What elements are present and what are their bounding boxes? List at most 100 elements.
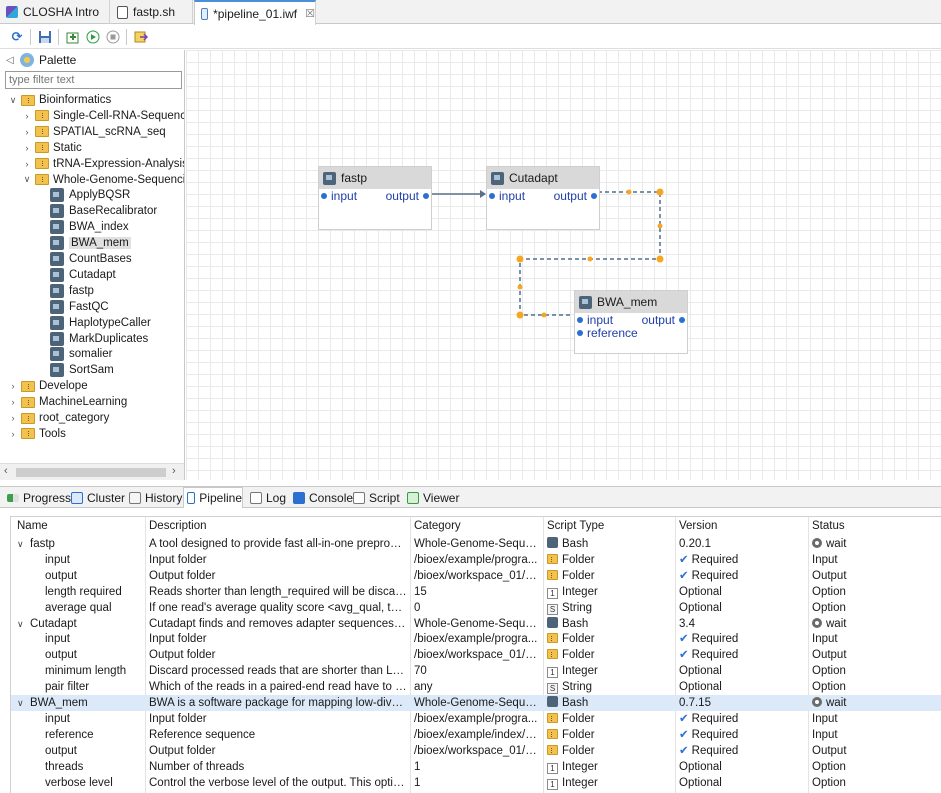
tab-console[interactable]: Console xyxy=(290,487,353,508)
table-row[interactable]: output Output folder/bioex/workspace_01/p… xyxy=(11,743,941,759)
table-row[interactable]: output Output folder/bioex/workspace_01/p… xyxy=(11,568,941,584)
bash-tool-icon xyxy=(50,363,64,378)
table-group-row[interactable]: ∨ BWA_mem BWA is a software package for ma… xyxy=(11,695,941,711)
tree-tool-item[interactable]: SortSam xyxy=(50,362,114,378)
scroll-left-icon[interactable]: ‹ xyxy=(4,465,8,477)
tab-cluster[interactable]: Cluster xyxy=(68,487,125,508)
table-row[interactable]: output Output folder/bioex/workspace_01/p… xyxy=(11,647,941,663)
export-icon[interactable] xyxy=(132,28,150,46)
chevron-right-icon[interactable]: › xyxy=(22,159,32,169)
column-header-status[interactable]: Status xyxy=(812,517,938,535)
collapse-palette-icon[interactable]: ◁ xyxy=(0,55,20,66)
column-header-script-type[interactable]: Script Type xyxy=(547,517,673,535)
name-cell-text: reference xyxy=(45,728,94,741)
chevron-down-icon[interactable]: ∨ xyxy=(17,536,27,552)
reference-port[interactable]: reference xyxy=(577,326,638,340)
column-header-name[interactable]: Name xyxy=(17,517,143,535)
tab-closha-intro[interactable]: CLOSHA Intro xyxy=(0,0,110,24)
tab-pipeline[interactable]: Pipeline xyxy=(183,487,243,508)
import-icon[interactable] xyxy=(64,28,82,46)
tree-tool-item[interactable]: Cutadapt xyxy=(50,267,116,283)
table-group-row[interactable]: ∨ fastp A tool designed to provide fast al… xyxy=(11,536,941,552)
chevron-right-icon[interactable]: › xyxy=(22,143,32,153)
tree-folder[interactable]: › SPATIAL_scRNA_seq xyxy=(22,124,166,140)
tree-tool-item[interactable]: BWA_mem xyxy=(50,235,131,251)
tree-folder[interactable]: › tRNA-Expression-Analysis xyxy=(22,156,185,172)
table-row[interactable]: input Input folder/bioex/example/progra..… xyxy=(11,711,941,727)
tree-tool-item[interactable]: fastp xyxy=(50,283,94,299)
chevron-down-icon[interactable]: ∨ xyxy=(8,95,18,106)
tab-fastp-sh[interactable]: fastp.sh xyxy=(111,0,193,24)
tree-folder[interactable]: › MachineLearning xyxy=(8,394,128,410)
chevron-right-icon[interactable]: › xyxy=(22,127,32,137)
tree-tool-item[interactable]: FastQC xyxy=(50,299,109,315)
output-port[interactable]: output xyxy=(386,189,429,203)
palette-horizontal-scrollbar[interactable]: ‹ › xyxy=(0,463,184,480)
table-row[interactable]: pair filter Which of the reads in a paire… xyxy=(11,679,941,695)
column-header-category[interactable]: Category xyxy=(414,517,540,535)
tree-folder[interactable]: › Tools xyxy=(8,426,66,442)
palette-filter-input[interactable] xyxy=(5,71,182,89)
table-group-row[interactable]: ∨ Cutadapt Cutadapt finds and removes adap… xyxy=(11,616,941,632)
palette-header: ◁ Palette xyxy=(0,50,184,70)
table-row[interactable]: threads Number of threads 1 1 Integer Optiona… xyxy=(11,759,941,775)
tree-folder[interactable]: ∨ Bioinformatics xyxy=(8,92,112,108)
tab-viewer[interactable]: Viewer xyxy=(404,487,459,508)
run-icon[interactable] xyxy=(84,28,102,46)
tab-history[interactable]: History xyxy=(126,487,182,508)
tree-tool-item[interactable]: BaseRecalibrator xyxy=(50,203,157,219)
node-header[interactable]: Cutadapt xyxy=(487,167,599,189)
table-row[interactable]: input Input folder/bioex/example/progra..… xyxy=(11,552,941,568)
refresh-icon[interactable]: ⟳ xyxy=(8,28,26,46)
node-bwa-mem[interactable]: BWA_mem input reference output xyxy=(574,290,688,354)
chevron-down-icon[interactable]: ∨ xyxy=(22,174,32,185)
tab-progress[interactable]: Progress xyxy=(4,487,71,508)
chevron-right-icon[interactable]: › xyxy=(22,111,32,121)
chevron-down-icon[interactable]: ∨ xyxy=(17,695,27,711)
scroll-right-icon[interactable]: › xyxy=(172,465,176,477)
input-port[interactable]: input xyxy=(577,313,613,327)
tab-pipeline-01[interactable]: *pipeline_01.iwf ☒ xyxy=(194,0,316,25)
pipeline-canvas[interactable]: fastp input output Cutadapt input output… xyxy=(186,50,941,480)
chevron-right-icon[interactable]: › xyxy=(8,381,18,391)
table-row[interactable]: minimum length Discard processed reads th… xyxy=(11,663,941,679)
table-row[interactable]: reference Reference sequence/bioex/exampl… xyxy=(11,727,941,743)
tree-folder[interactable]: › Static xyxy=(22,140,82,156)
column-header-description[interactable]: Description xyxy=(149,517,407,535)
tree-folder[interactable]: › Single-Cell-RNA-Sequencir xyxy=(22,108,185,124)
input-port[interactable]: input xyxy=(489,189,525,203)
tree-tool-item[interactable]: HaplotypeCaller xyxy=(50,315,151,331)
output-port[interactable]: output xyxy=(642,313,685,327)
tree-folder[interactable]: › Develope xyxy=(8,378,88,394)
node-header[interactable]: fastp xyxy=(319,167,431,189)
stop-icon[interactable] xyxy=(104,28,122,46)
tree-tool-item[interactable]: BWA_index xyxy=(50,219,129,235)
chevron-right-icon[interactable]: › xyxy=(8,397,18,407)
node-header[interactable]: BWA_mem xyxy=(575,291,687,313)
table-row[interactable]: average qual If one read's average qualit… xyxy=(11,600,941,616)
table-row[interactable]: length required Reads shorter than length… xyxy=(11,584,941,600)
tree-tool-item[interactable]: CountBases xyxy=(50,251,132,267)
column-header-version[interactable]: Version xyxy=(679,517,805,535)
save-icon[interactable] xyxy=(36,28,54,46)
description-cell: If one read's average quality score <avg… xyxy=(149,600,407,616)
description-cell: Reads shorter than length_required will … xyxy=(149,584,407,600)
tree-folder[interactable]: › root_category xyxy=(8,410,110,426)
tab-log[interactable]: Log xyxy=(247,487,286,508)
tree-tool-item[interactable]: MarkDuplicates xyxy=(50,331,148,347)
node-cutadapt[interactable]: Cutadapt input output xyxy=(486,166,600,230)
scrollbar-thumb[interactable] xyxy=(16,468,166,477)
tab-script[interactable]: Script xyxy=(350,487,400,508)
tree-folder[interactable]: ∨ Whole-Genome-Sequencin xyxy=(22,172,184,188)
tree-tool-item[interactable]: somalier xyxy=(50,346,112,362)
close-tab-icon[interactable]: ☒ xyxy=(305,7,315,20)
output-port[interactable]: output xyxy=(554,189,597,203)
chevron-down-icon[interactable]: ∨ xyxy=(17,616,27,632)
tree-tool-item[interactable]: ApplyBQSR xyxy=(50,187,130,203)
node-fastp[interactable]: fastp input output xyxy=(318,166,432,230)
input-port[interactable]: input xyxy=(321,189,357,203)
chevron-right-icon[interactable]: › xyxy=(8,429,18,439)
chevron-right-icon[interactable]: › xyxy=(8,413,18,423)
table-row[interactable]: input Input folder/bioex/example/progra..… xyxy=(11,631,941,647)
table-row[interactable]: verbose level Control the verbose level o… xyxy=(11,775,941,791)
